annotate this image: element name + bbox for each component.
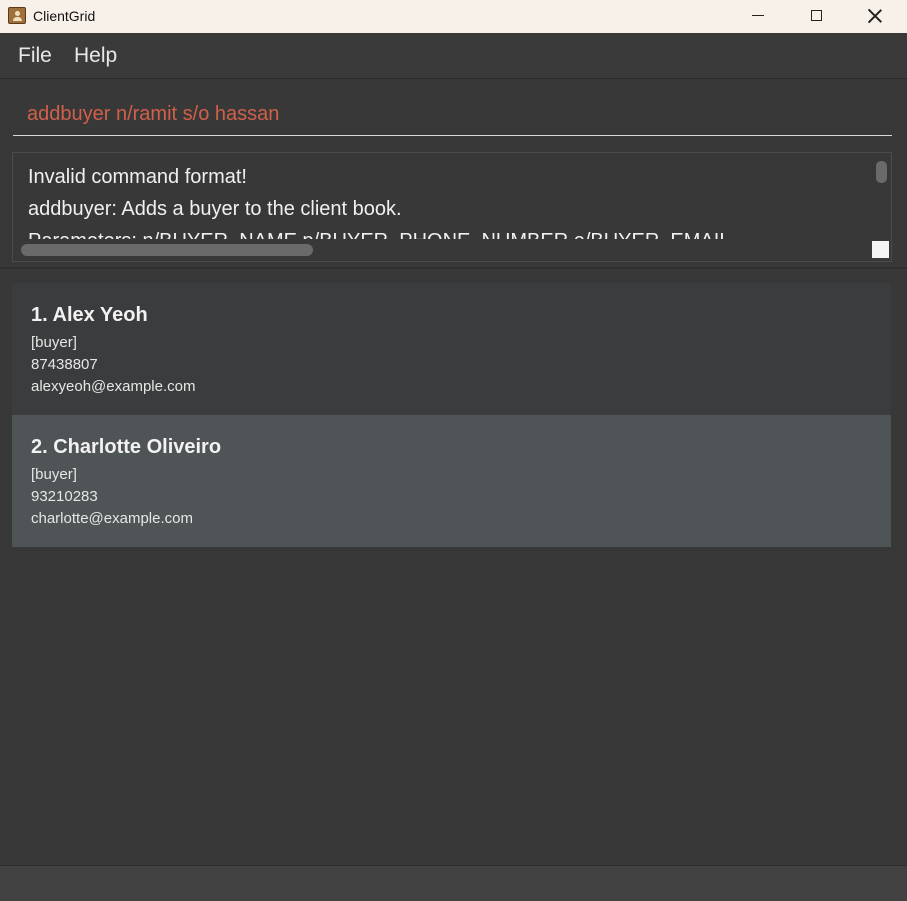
- client-card-selected[interactable]: 2. Charlotte Oliveiro [buyer] 93210283 c…: [12, 415, 891, 547]
- minimize-icon: [752, 14, 764, 17]
- menu-file[interactable]: File: [18, 44, 52, 68]
- client-card[interactable]: 1. Alex Yeoh [buyer] 87438807 alexyeoh@e…: [12, 283, 891, 415]
- client-phone: 93210283: [31, 488, 98, 505]
- minimize-button[interactable]: [735, 0, 781, 31]
- window-title: ClientGrid: [33, 8, 96, 24]
- scroll-corner: [872, 241, 889, 258]
- result-text: Invalid command format! addbuyer: Adds a…: [28, 166, 730, 239]
- client-tag: [buyer]: [31, 466, 77, 483]
- client-email: charlotte@example.com: [31, 510, 193, 527]
- menu-help[interactable]: Help: [74, 44, 117, 68]
- menu-bar: File Help: [0, 33, 907, 79]
- client-name: 1. Alex Yeoh: [31, 304, 148, 326]
- app-window: ClientGrid File Help Invalid command for…: [0, 0, 907, 901]
- maximize-button[interactable]: [793, 0, 839, 31]
- contact-book-icon: [8, 7, 26, 24]
- command-input[interactable]: [13, 94, 892, 136]
- maximize-icon: [810, 10, 822, 21]
- client-name: 2. Charlotte Oliveiro: [31, 436, 222, 458]
- close-icon: [868, 9, 882, 23]
- title-bar[interactable]: ClientGrid: [0, 0, 907, 33]
- client-email: alexyeoh@example.com: [31, 378, 196, 395]
- close-button[interactable]: [852, 0, 898, 31]
- result-display[interactable]: Invalid command format! addbuyer: Adds a…: [12, 152, 892, 262]
- section-divider: [0, 267, 907, 269]
- client-list: 1. Alex Yeoh [buyer] 87438807 alexyeoh@e…: [12, 283, 891, 553]
- horizontal-scrollbar[interactable]: [21, 244, 313, 256]
- client-tag: [buyer]: [31, 334, 77, 351]
- command-box: [0, 80, 907, 144]
- status-bar: [0, 865, 907, 901]
- client-phone: 87438807: [31, 356, 98, 373]
- vertical-scrollbar[interactable]: [876, 161, 887, 183]
